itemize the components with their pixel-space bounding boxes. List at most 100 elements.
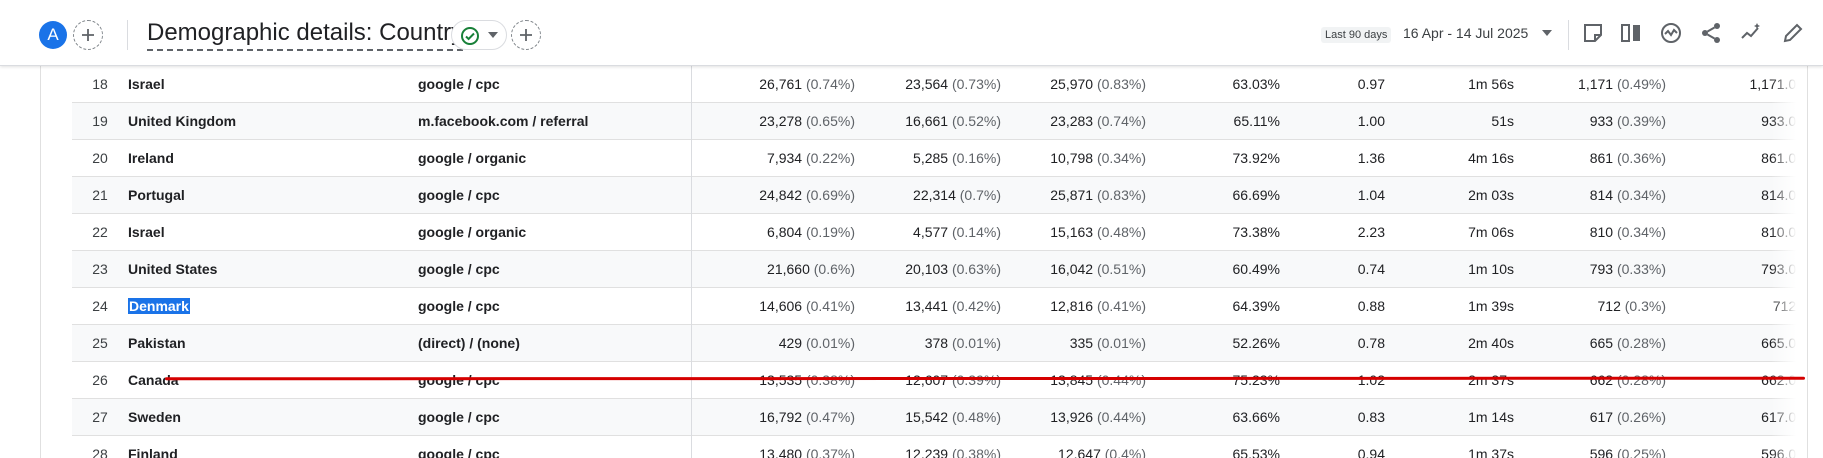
metric-value: 65.53% (1232, 446, 1280, 458)
metric-cell: 0.74 (1358, 251, 1385, 287)
country-cell[interactable]: Israel (128, 214, 165, 250)
metric-value: 665 (1589, 335, 1614, 351)
metric-percent: (0.63%) (951, 261, 1001, 277)
metric-percent: (0.51%) (1096, 261, 1146, 277)
metric-cell: 75.23% (1233, 362, 1280, 398)
metric-percent: (0.36%) (1616, 150, 1666, 166)
add-filter-button[interactable] (511, 20, 541, 50)
metric-percent: (0.25%) (1616, 446, 1666, 458)
country-label: Ireland (128, 150, 174, 166)
source-medium-cell[interactable]: (direct) / (none) (418, 325, 520, 361)
metric-cell: 1m 56s (1468, 66, 1514, 102)
metric-cell: 1m 10s (1468, 251, 1514, 287)
metric-cell: 7,934 (0.22%) (767, 140, 855, 176)
table-row[interactable]: 18 Israel google / cpc 26,761 (0.74%) 23,564… (72, 66, 1807, 103)
table-row[interactable]: 25 Pakistan (direct) / (none) 429 (0.01%) 37… (72, 325, 1807, 362)
chevron-down-icon[interactable] (1542, 30, 1552, 36)
table-row[interactable]: 21 Portugal google / cpc 24,842 (0.69%) 22,3… (72, 177, 1807, 214)
source-medium-cell[interactable]: google / cpc (418, 288, 500, 324)
metric-cell: 0.97 (1358, 66, 1385, 102)
table-row[interactable]: 28 Finland google / cpc 13,480 (0.37%) 12,23… (72, 436, 1807, 458)
metric-percent: (0.52%) (951, 113, 1001, 129)
metric-cell: 21,660 (0.6%) (767, 251, 855, 287)
report-status-dropdown[interactable] (451, 20, 507, 50)
metric-cell: 429 (0.01%) (779, 325, 855, 361)
plus-icon (82, 29, 94, 41)
country-cell[interactable]: Sweden (128, 399, 181, 435)
metric-percent: (0.83%) (1096, 76, 1146, 92)
table-row[interactable]: 23 United States google / cpc 21,660 (0.6%)… (72, 251, 1807, 288)
row-number: 20 (92, 150, 108, 166)
source-medium-cell[interactable]: google / organic (418, 140, 526, 176)
table-clip-edge (1771, 66, 1807, 458)
page-title[interactable]: Demographic details: Country (147, 19, 464, 51)
metric-cell: 15,542 (0.48%) (905, 399, 1001, 435)
metric-value: 1m 37s (1468, 446, 1514, 458)
table-row[interactable]: 20 Ireland google / organic 7,934 (0.22%) 5,… (72, 140, 1807, 177)
metric-value: 66.69% (1232, 187, 1280, 203)
metric-value: 0.88 (1357, 298, 1385, 314)
row-number: 26 (92, 372, 108, 388)
notes-icon[interactable] (1581, 21, 1605, 45)
compare-columns-icon[interactable] (1619, 21, 1643, 45)
edit-pencil-icon[interactable] (1781, 21, 1805, 45)
metric-percent: (0.34%) (1096, 150, 1146, 166)
metric-cell: 73.38% (1233, 214, 1280, 250)
source-medium-cell[interactable]: google / cpc (418, 177, 500, 213)
table-row[interactable]: 27 Sweden google / cpc 16,792 (0.47%) 15,542… (72, 399, 1807, 436)
source-medium-cell[interactable]: google / organic (418, 214, 526, 250)
metric-value: 0.74 (1357, 261, 1385, 277)
metric-value: 814 (1589, 187, 1614, 203)
metric-value: 10,798 (1050, 150, 1094, 166)
trend-sparkle-icon[interactable] (1739, 21, 1763, 45)
source-medium-cell[interactable]: google / cpc (418, 66, 500, 102)
metric-value: 16,661 (905, 113, 949, 129)
avatar[interactable]: A (39, 21, 67, 49)
table-row[interactable]: 19 United Kingdom m.facebook.com / referra… (72, 103, 1807, 140)
country-cell[interactable]: Israel (128, 66, 165, 102)
metric-cell: 1.00 (1358, 103, 1385, 139)
check-circle-icon (461, 27, 479, 45)
metric-percent: (0.22%) (805, 150, 855, 166)
source-medium-cell[interactable]: google / cpc (418, 251, 500, 287)
country-cell[interactable]: Portugal (128, 177, 185, 213)
metric-percent: (0.01%) (951, 335, 1001, 351)
metric-value: 75.23% (1232, 372, 1280, 388)
metric-value: 25,970 (1050, 76, 1094, 92)
date-range-picker[interactable]: 16 Apr - 14 Jul 2025 (1403, 25, 1528, 41)
metric-value: 4m 16s (1468, 150, 1514, 166)
metric-value: 12,816 (1050, 298, 1094, 314)
metric-cell: 60.49% (1233, 251, 1280, 287)
source-medium-cell[interactable]: m.facebook.com / referral (418, 103, 588, 139)
source-medium-cell[interactable]: google / cpc (418, 399, 500, 435)
metric-percent: (0.48%) (1096, 224, 1146, 240)
metric-value: 2.23 (1357, 224, 1385, 240)
insights-icon[interactable] (1659, 21, 1683, 45)
country-cell[interactable]: Finland (128, 436, 178, 458)
metric-percent: (0.41%) (1096, 298, 1146, 314)
table-row[interactable]: 22 Israel google / organic 6,804 (0.19%) 4,5… (72, 214, 1807, 251)
metric-value: 12,647 (1058, 446, 1101, 458)
metric-cell: 810 (0.34%) (1590, 214, 1666, 250)
source-medium-cell[interactable]: google / cpc (418, 436, 500, 458)
metric-value: 65.11% (1233, 113, 1280, 129)
table-row[interactable]: 24 Denmark google / cpc 14,606 (0.41%) 13,44… (72, 288, 1807, 325)
row-number: 23 (92, 261, 108, 277)
country-cell[interactable]: United Kingdom (128, 103, 236, 139)
share-icon[interactable] (1699, 21, 1723, 45)
country-cell[interactable]: Pakistan (128, 325, 186, 361)
metric-value: 1.04 (1357, 187, 1385, 203)
report-header: A Demographic details: Country Last 90 d… (0, 0, 1823, 66)
metric-cell: 4,577 (0.14%) (913, 214, 1001, 250)
add-comparison-button[interactable] (73, 20, 103, 50)
country-cell[interactable]: United States (128, 251, 217, 287)
metric-value: 1.02 (1357, 372, 1385, 388)
country-cell[interactable]: Denmark (128, 288, 190, 324)
country-cell[interactable]: Ireland (128, 140, 174, 176)
metric-value: 6,804 (767, 224, 803, 240)
metric-percent: (0.7%) (959, 187, 1001, 203)
metric-cell: 23,564 (0.73%) (905, 66, 1001, 102)
table-row[interactable]: 26Canadagoogle / cpc13,535 (0.38%)12,607… (72, 362, 1807, 399)
column-separator (691, 436, 692, 458)
metric-cell: 25,970 (0.83%) (1050, 66, 1146, 102)
